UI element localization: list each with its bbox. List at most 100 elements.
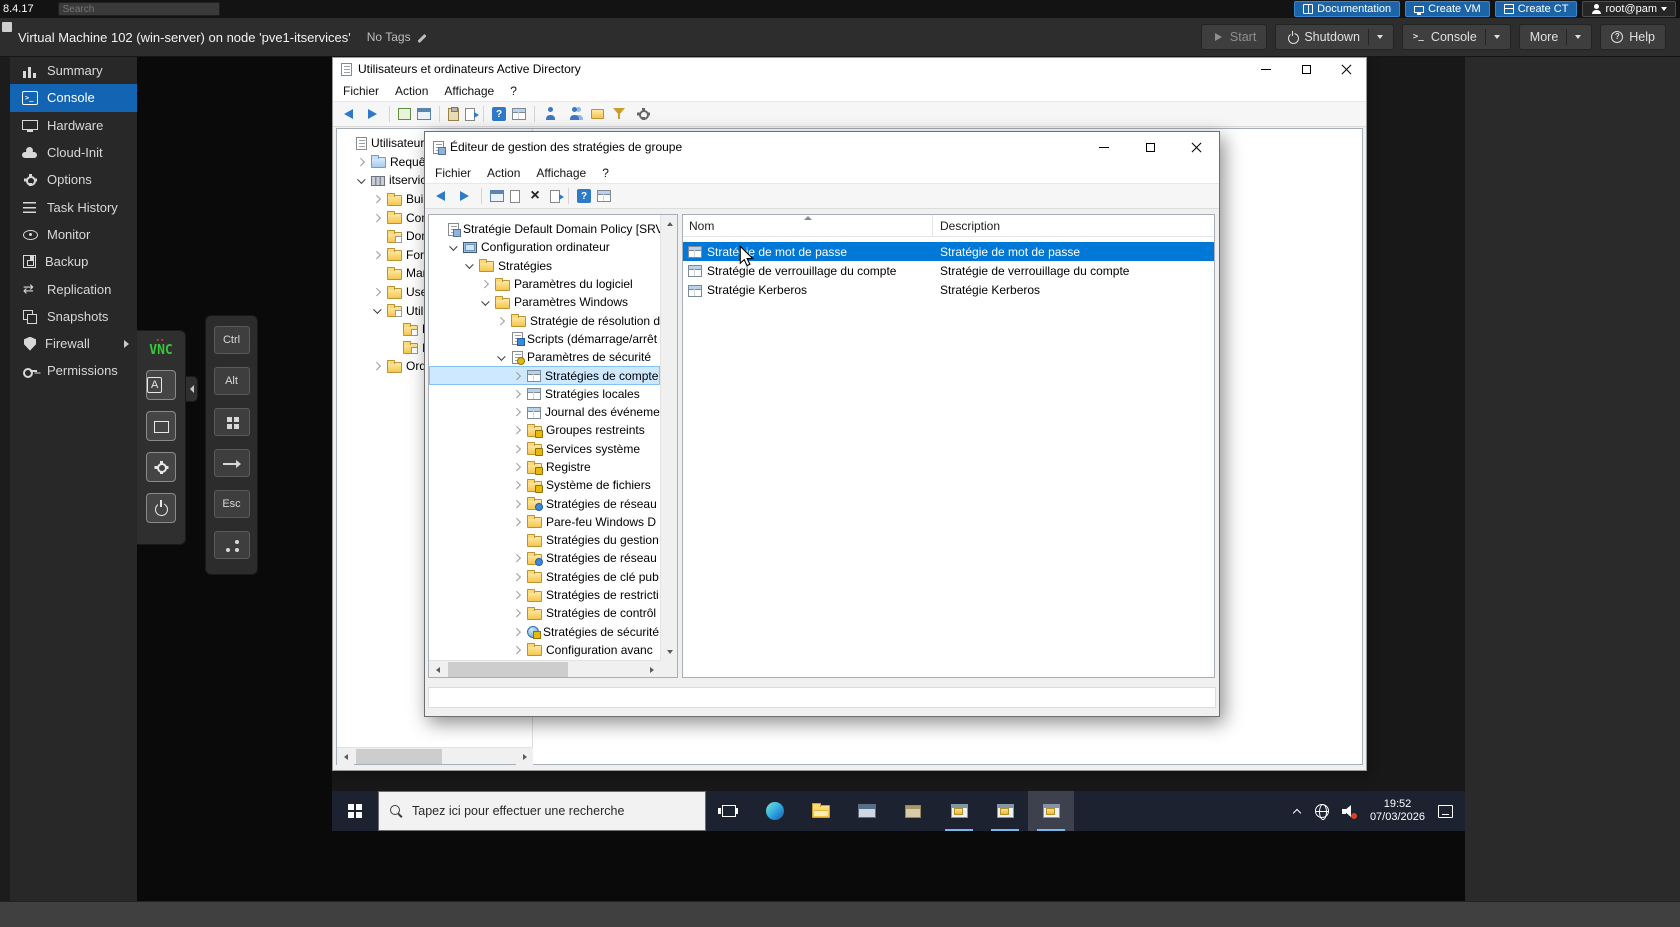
tree-item[interactable]: Groupes restreints xyxy=(429,421,660,439)
tree-item[interactable]: Stratégies de contrôl xyxy=(429,604,660,622)
properties-icon[interactable] xyxy=(510,190,520,203)
menu-affichage[interactable]: Affichage xyxy=(436,84,502,98)
export-list-icon[interactable] xyxy=(550,190,560,203)
expand-chevron-icon[interactable] xyxy=(512,498,523,509)
expand-chevron-icon[interactable] xyxy=(512,388,523,399)
maximize-button[interactable] xyxy=(1127,132,1173,162)
menu-action[interactable]: Action xyxy=(479,166,528,180)
start-button[interactable] xyxy=(332,791,378,831)
expand-chevron-icon[interactable] xyxy=(512,370,523,381)
expand-chevron-icon[interactable] xyxy=(512,425,523,436)
expand-chevron-icon[interactable] xyxy=(372,268,383,279)
minimize-button[interactable] xyxy=(1081,132,1127,162)
scroll-down-icon[interactable] xyxy=(661,643,678,660)
more-button[interactable]: More xyxy=(1519,24,1592,50)
maximize-button[interactable] xyxy=(1286,58,1326,80)
expand-chevron-icon[interactable] xyxy=(512,516,523,527)
back-icon[interactable] xyxy=(339,105,357,123)
clipboard-icon[interactable] xyxy=(448,108,459,121)
vnc-fullscreen-button[interactable] xyxy=(146,411,176,441)
scroll-left-icon[interactable] xyxy=(429,661,446,678)
global-search-input[interactable] xyxy=(59,3,219,15)
toolbar-separator[interactable] xyxy=(483,106,484,122)
windows-desktop[interactable]: Utilisateurs et ordinateurs Active Direc… xyxy=(332,57,1465,831)
vnc-key-extra-keys[interactable] xyxy=(214,531,250,559)
user-menu-button[interactable]: root@pam xyxy=(1582,1,1676,17)
expand-chevron-icon[interactable] xyxy=(512,480,523,491)
list-view-icon[interactable] xyxy=(597,190,611,202)
add-ou-icon[interactable] xyxy=(591,109,604,119)
aduc-horizontal-scrollbar[interactable] xyxy=(337,747,533,764)
expand-chevron-icon[interactable] xyxy=(496,333,507,344)
expand-chevron-icon[interactable] xyxy=(512,407,523,418)
sidebar-item-cloud-init[interactable]: Cloud-Init xyxy=(10,139,137,166)
sidebar-item-console[interactable]: Console xyxy=(10,84,137,111)
chevron-down-icon[interactable] xyxy=(1377,35,1383,39)
mmc-window-button[interactable] xyxy=(936,791,982,831)
mmc-window-button[interactable] xyxy=(1028,791,1074,831)
column-header-nom[interactable]: Nom xyxy=(683,215,933,236)
expand-chevron-icon[interactable] xyxy=(480,297,491,308)
vnc-toolbar-collapse-handle[interactable] xyxy=(186,376,198,402)
action-center-icon[interactable] xyxy=(1438,805,1453,818)
expand-chevron-icon[interactable] xyxy=(512,590,523,601)
expand-chevron-icon[interactable] xyxy=(512,535,523,546)
back-icon[interactable] xyxy=(431,187,449,205)
expand-chevron-icon[interactable] xyxy=(372,194,383,205)
tree-item[interactable]: Stratégies de réseau s xyxy=(429,549,660,567)
add-user-icon[interactable] xyxy=(543,105,561,123)
task-view-button[interactable] xyxy=(706,791,752,831)
tree-item[interactable]: Services système xyxy=(429,440,660,458)
vnc-console[interactable]: Utilisateurs et ordinateurs Active Direc… xyxy=(137,57,1465,901)
help-button[interactable]: Help xyxy=(1600,24,1666,50)
edit-pencil-icon[interactable] xyxy=(417,32,428,43)
tree-item[interactable]: Stratégies de restricti xyxy=(429,586,660,604)
menu-fichier[interactable]: Fichier xyxy=(335,84,387,98)
bottom-log-panel[interactable] xyxy=(0,901,1680,927)
expand-chevron-icon[interactable] xyxy=(372,361,383,372)
help-icon[interactable] xyxy=(577,189,591,203)
sidebar-item-firewall[interactable]: Firewall xyxy=(10,330,137,357)
sidebar-item-snapshots[interactable]: Snapshots xyxy=(10,303,137,330)
tree-item[interactable]: Pare-feu Windows D xyxy=(429,513,660,531)
tray-expand-icon[interactable] xyxy=(1293,807,1302,816)
scroll-right-icon[interactable] xyxy=(516,748,533,765)
column-header-description[interactable]: Description xyxy=(933,215,1214,236)
tree-item[interactable]: Système de fichiers xyxy=(429,476,660,494)
expand-chevron-icon[interactable] xyxy=(372,212,383,223)
taskbar-search-input[interactable] xyxy=(412,804,694,818)
expand-chevron-icon[interactable] xyxy=(512,462,523,473)
toolbar-separator[interactable] xyxy=(481,188,482,204)
vnc-settings-button[interactable] xyxy=(146,452,176,482)
shutdown-button[interactable]: Shutdown xyxy=(1275,24,1394,50)
minimize-button[interactable] xyxy=(1246,58,1286,80)
edge-button[interactable] xyxy=(752,791,798,831)
menu-affichage[interactable]: Affichage xyxy=(528,166,594,180)
sidebar-item-options[interactable]: Options xyxy=(10,166,137,193)
close-button[interactable] xyxy=(1326,58,1366,80)
tree-item[interactable]: Stratégies du gestion xyxy=(429,531,660,549)
menu-action[interactable]: Action xyxy=(387,84,436,98)
toolbar-separator[interactable] xyxy=(534,106,535,122)
tree-item[interactable]: Stratégie de résolution d xyxy=(429,311,660,329)
forward-icon[interactable] xyxy=(455,187,473,205)
server-manager-button[interactable] xyxy=(844,791,890,831)
scroll-left-icon[interactable] xyxy=(337,748,354,765)
scroll-up-icon[interactable] xyxy=(661,215,678,232)
sidebar-item-hardware[interactable]: Hardware xyxy=(10,112,137,139)
vnc-key-esc[interactable]: Esc xyxy=(214,490,250,518)
tree-item[interactable]: Paramètres du logiciel xyxy=(429,275,660,293)
expand-chevron-icon[interactable] xyxy=(480,279,491,290)
tree-item[interactable]: Stratégie Default Domain Policy [SRV-A xyxy=(429,220,660,238)
tree-item[interactable]: Configuration ordinateur xyxy=(429,238,660,256)
sidebar-item-summary[interactable]: Summary xyxy=(10,57,137,84)
gpo-list-row[interactable]: Stratégie de mot de passe Stratégie de m… xyxy=(683,242,1214,261)
mmc-window-button[interactable] xyxy=(982,791,1028,831)
menu-aide[interactable]: ? xyxy=(502,84,525,98)
export-icon[interactable] xyxy=(398,108,411,120)
add-group-icon[interactable] xyxy=(567,105,585,123)
chevron-down-icon[interactable] xyxy=(1575,35,1581,39)
tree-item[interactable]: Registre xyxy=(429,458,660,476)
expand-chevron-icon[interactable] xyxy=(372,287,383,298)
expand-chevron-icon[interactable] xyxy=(340,138,351,149)
